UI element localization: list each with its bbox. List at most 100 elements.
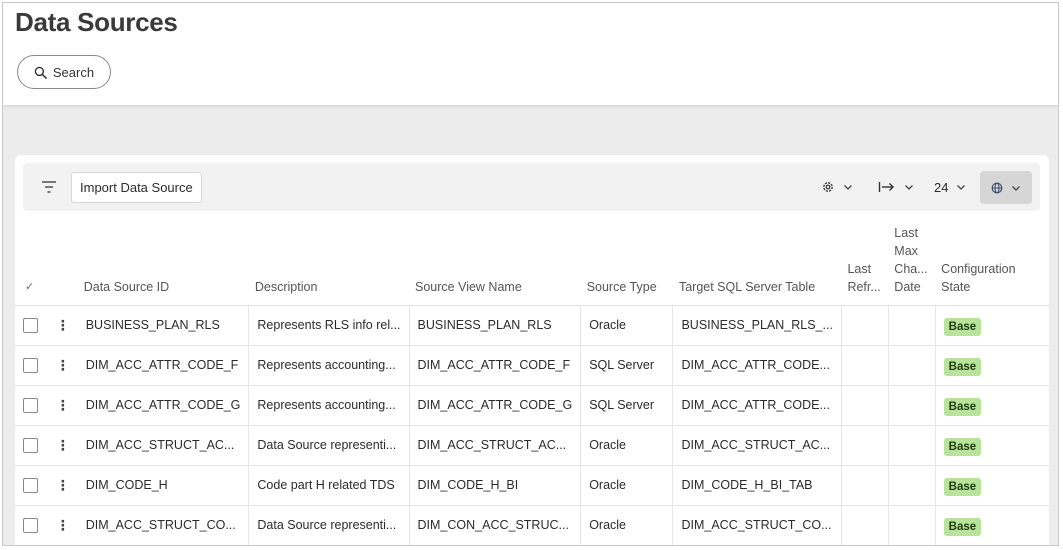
select-all-column-header[interactable]: ✓ — [15, 221, 48, 306]
cell-type: Oracle — [580, 465, 674, 506]
row-menu-cell: ⋮ — [47, 505, 78, 545]
cell-view: DIM_ACC_ATTR_CODE_G — [409, 385, 582, 426]
cell-view: DIM_ACC_ATTR_CODE_F — [409, 345, 582, 386]
search-icon — [34, 66, 47, 79]
cell-state: Base — [935, 425, 1049, 466]
cell-type: Oracle — [580, 505, 674, 545]
column-header-type[interactable]: Source Type — [580, 221, 673, 306]
table-row[interactable]: ⋮ DIM_CODE_H Code part H related TDS DIM_CO… — [15, 465, 1049, 506]
column-header-last-max-change[interactable]: Last Max Cha... Date — [888, 221, 936, 306]
app-frame: Data Sources Search Import Data Source 2… — [2, 2, 1059, 546]
row-menu-cell: ⋮ — [47, 465, 78, 506]
chevron-down-icon — [905, 185, 913, 190]
search-button[interactable]: Search — [17, 55, 111, 89]
row-checkbox[interactable] — [23, 317, 38, 333]
cell-target: DIM_ACC_STRUCT_CO... — [672, 505, 842, 545]
row-checkbox[interactable] — [23, 357, 38, 373]
last-max-change-line-2: Max — [894, 243, 918, 258]
cell-id[interactable]: DIM_ACC_ATTR_CODE_G — [77, 385, 250, 426]
kebab-icon[interactable]: ⋮ — [56, 437, 70, 454]
cell-type: SQL Server — [580, 345, 674, 386]
cell-description: Represents RLS info rel... — [248, 305, 410, 346]
cell-last-change — [888, 345, 936, 386]
cell-id[interactable]: DIM_ACC_STRUCT_AC... — [77, 425, 250, 466]
last-max-change-line-3: Cha... — [894, 261, 928, 276]
cell-view: DIM_CODE_H_BI — [409, 465, 582, 506]
data-sources-panel: Import Data Source 24 ✓ Data Source ID D… — [15, 155, 1049, 545]
cell-last-change — [888, 505, 936, 545]
chevron-down-icon — [957, 185, 966, 190]
cell-view: DIM_ACC_STRUCT_AC... — [409, 425, 582, 466]
column-header-view[interactable]: Source View Name — [409, 221, 581, 306]
table-row[interactable]: ⋮ DIM_ACC_ATTR_CODE_G Represents accountin… — [15, 385, 1049, 426]
status-badge: Base — [943, 318, 982, 336]
settings-menu-button[interactable] — [821, 175, 853, 199]
row-checkbox-cell — [15, 465, 48, 506]
chevron-down-icon — [1012, 185, 1020, 191]
cell-id[interactable]: DIM_ACC_ATTR_CODE_F — [77, 345, 250, 386]
search-button-label: Search — [52, 64, 95, 80]
column-width-icon — [878, 182, 894, 192]
row-menu-cell: ⋮ — [47, 385, 78, 426]
kebab-icon[interactable]: ⋮ — [56, 317, 70, 334]
cell-view: BUSINESS_PLAN_RLS — [409, 305, 582, 346]
rows-count-menu-button[interactable]: 24 — [934, 175, 966, 199]
cell-last-change — [888, 305, 936, 346]
chevron-down-icon — [844, 185, 852, 190]
row-checkbox[interactable] — [23, 397, 38, 413]
cell-state: Base — [935, 465, 1049, 506]
page-header: Data Sources Search — [3, 3, 1058, 105]
status-badge: Base — [943, 478, 982, 496]
column-width-menu-button[interactable] — [878, 175, 914, 199]
page-title: Data Sources — [15, 7, 178, 37]
cell-id[interactable]: DIM_CODE_H — [77, 465, 250, 506]
cell-target: BUSINESS_PLAN_RLS_... — [672, 305, 842, 346]
row-checkbox-cell — [15, 385, 48, 426]
cell-last-change — [888, 385, 936, 426]
kebab-icon[interactable]: ⋮ — [56, 517, 70, 534]
table-row[interactable]: ⋮ DIM_ACC_STRUCT_AC... Data Source represe… — [15, 425, 1049, 466]
column-header-target[interactable]: Target SQL Server Table — [672, 221, 842, 306]
filter-icon[interactable] — [41, 179, 57, 195]
last-max-change-line-4: Date — [894, 279, 921, 294]
column-header-state[interactable]: Configuration State — [935, 221, 1049, 306]
cell-last-refresh — [841, 465, 889, 506]
select-all-check-icon[interactable]: ✓ — [25, 281, 34, 293]
last-refresh-line-1: Last — [847, 261, 872, 276]
cell-last-change — [888, 425, 936, 466]
status-badge: Base — [943, 358, 982, 376]
cell-last-refresh — [841, 305, 889, 346]
last-max-change-line-1: Last — [894, 225, 918, 240]
cell-type: Oracle — [580, 425, 674, 466]
cell-id[interactable]: BUSINESS_PLAN_RLS — [77, 305, 250, 346]
row-checkbox[interactable] — [23, 437, 38, 453]
kebab-icon[interactable]: ⋮ — [56, 477, 70, 494]
row-checkbox-cell — [15, 305, 48, 346]
cell-description: Represents accounting... — [248, 345, 410, 386]
column-header-last-refresh[interactable]: Last Refr... — [841, 221, 889, 306]
cell-last-change — [888, 465, 936, 506]
import-data-source-button[interactable]: Import Data Source — [71, 172, 202, 203]
table-row[interactable]: ⋮ DIM_ACC_ATTR_CODE_F Represents accountin… — [15, 345, 1049, 386]
cell-description: Code part H related TDS — [248, 465, 410, 506]
cell-id[interactable]: DIM_ACC_STRUCT_CO... — [77, 505, 250, 545]
cell-target: DIM_ACC_ATTR_CODE... — [672, 345, 842, 386]
last-refresh-line-2: Refr... — [847, 279, 881, 294]
cell-description: Data Source representi... — [248, 425, 410, 466]
cell-last-refresh — [841, 425, 889, 466]
kebab-icon[interactable]: ⋮ — [56, 397, 70, 414]
cell-last-refresh — [841, 385, 889, 426]
cell-view: DIM_CON_ACC_STRUC... — [409, 505, 582, 545]
language-menu-button[interactable] — [980, 171, 1032, 204]
cell-description: Represents accounting... — [248, 385, 410, 426]
status-badge: Base — [943, 518, 982, 536]
row-checkbox[interactable] — [23, 477, 38, 493]
table-row[interactable]: ⋮ BUSINESS_PLAN_RLS Represents RLS info re… — [15, 305, 1049, 346]
cell-state: Base — [935, 305, 1049, 346]
table-body: ⋮ BUSINESS_PLAN_RLS Represents RLS info re… — [15, 305, 1049, 545]
row-checkbox[interactable] — [23, 517, 38, 533]
column-header-description[interactable]: Description — [248, 221, 410, 306]
column-header-id[interactable]: Data Source ID — [77, 221, 249, 306]
kebab-icon[interactable]: ⋮ — [56, 357, 70, 374]
table-row[interactable]: ⋮ DIM_ACC_STRUCT_CO... Data Source represe… — [15, 505, 1049, 545]
